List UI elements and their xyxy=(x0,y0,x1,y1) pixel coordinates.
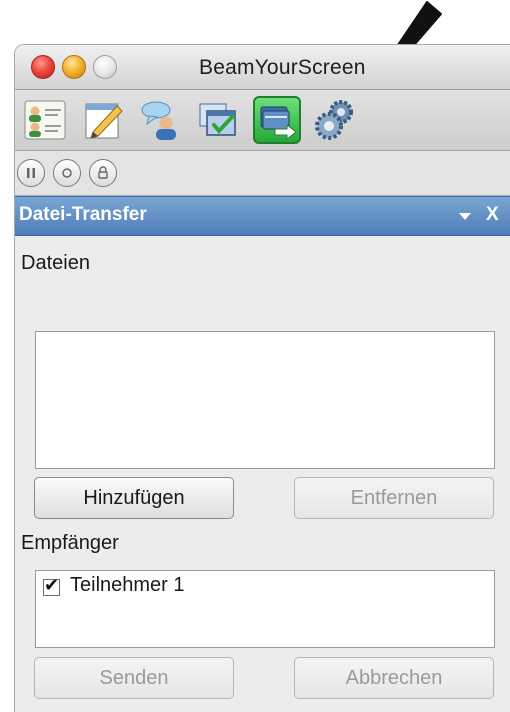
window-title: BeamYourScreen xyxy=(199,56,366,79)
remove-file-button[interactable]: Entfernen xyxy=(294,477,494,519)
lock-button[interactable] xyxy=(89,159,117,187)
notepad-button[interactable] xyxy=(79,96,127,144)
cancel-button[interactable]: Abbrechen xyxy=(294,657,494,699)
chat-icon xyxy=(141,101,176,140)
send-button[interactable]: Senden xyxy=(34,657,234,699)
settings-gears-icon xyxy=(315,100,353,140)
recipient-item[interactable]: ✔ Teilnehmer 1 xyxy=(36,571,494,603)
file-transfer-button[interactable] xyxy=(253,96,301,144)
screen-approval-icon xyxy=(199,103,236,136)
record-button[interactable] xyxy=(53,159,81,187)
recipients-list: ✔ Teilnehmer 1 xyxy=(35,570,495,648)
participants-list-icon xyxy=(24,100,66,140)
session-controls-bar xyxy=(15,151,510,196)
minimize-window-button[interactable] xyxy=(62,55,86,79)
notepad-pencil-icon xyxy=(85,103,123,139)
checkmark-icon: ✔ xyxy=(44,575,60,595)
panel-collapse-icon[interactable] xyxy=(459,213,471,220)
files-label: Dateien xyxy=(21,252,90,274)
screen-approval-button[interactable] xyxy=(195,96,243,144)
pause-icon xyxy=(27,168,35,178)
lock-icon xyxy=(98,166,108,179)
file-transfer-panel: Dateien Hinzufügen Entfernen Empfänger ✔… xyxy=(15,236,510,712)
recipient-checkbox[interactable]: ✔ xyxy=(43,575,60,596)
recipient-name: Teilnehmer 1 xyxy=(70,574,185,596)
panel-close-button[interactable]: X xyxy=(486,204,499,226)
settings-button[interactable] xyxy=(311,96,359,144)
record-icon xyxy=(62,168,72,178)
panel-header: Datei-Transfer X xyxy=(15,196,510,236)
add-file-button[interactable]: Hinzufügen xyxy=(34,477,234,519)
zoom-window-button[interactable] xyxy=(93,55,117,79)
panel-title: Datei-Transfer xyxy=(19,204,147,225)
close-window-button[interactable] xyxy=(31,55,55,79)
title-bar: BeamYourScreen xyxy=(15,45,510,90)
chat-button[interactable] xyxy=(137,96,185,144)
participants-button[interactable] xyxy=(21,96,69,144)
pause-button[interactable] xyxy=(17,159,45,187)
files-list[interactable] xyxy=(35,331,495,469)
main-toolbar xyxy=(15,90,510,151)
app-window: BeamYourScreen Datei-Transfer X Dateien … xyxy=(14,44,510,712)
recipients-label: Empfänger xyxy=(21,532,119,554)
file-transfer-icon xyxy=(260,106,297,141)
